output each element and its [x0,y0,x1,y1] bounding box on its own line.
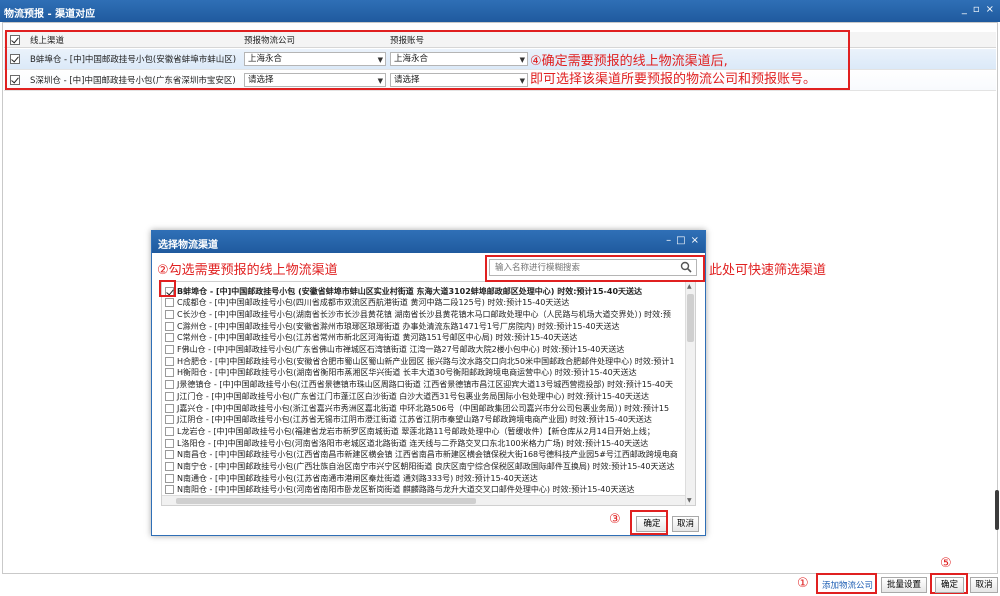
page-scrollbar-thumb[interactable] [995,490,999,530]
channel-checkbox[interactable] [165,473,174,483]
channel-label: L龙岩仓 - [中]中国邮政挂号小包(福建省龙岩市新罗区南城街道 翠莲北路11号… [177,426,655,436]
scroll-down-icon[interactable]: ▼ [687,497,692,504]
annotation-box-dialog-ok [630,510,668,535]
channel-checkbox[interactable] [165,462,174,471]
channel-list-item[interactable]: C成都仓 - [中]中国邮政挂号小包(四川省成都市双流区西航港街道 黄河中路二段… [162,297,682,309]
channel-label: J江阴仓 - [中]中国邮政挂号小包(江苏省无锡市江阴市澄江街道 江苏省江阴市秦… [177,415,652,425]
window-title-bar: 物流预报 - 渠道对应 _ ▫ × [0,0,1000,22]
channel-checkbox[interactable] [165,391,174,401]
channel-checkbox[interactable] [165,485,174,495]
maximize-icon[interactable]: □ [676,235,685,246]
channel-list-item[interactable]: N南通仓 - [中]中国邮政挂号小包(江苏省南通市港闸区秦灶街道 通刘路333号… [162,472,682,484]
channel-checkbox[interactable] [165,403,174,413]
cancel-button[interactable]: 取消 [970,577,998,593]
channel-list-item[interactable]: N南宁仓 - [中]中国邮政挂号小包(广西壮族自治区南宁市兴宁区朝阳街道 良庆区… [162,461,682,473]
maximize-icon[interactable]: ▫ [973,4,980,15]
channel-label: N南通仓 - [中]中国邮政挂号小包(江苏省南通市港闸区秦灶街道 通刘路333号… [177,473,538,483]
scrollbar-thumb[interactable] [687,294,694,342]
channel-checkbox[interactable] [165,450,174,460]
channel-label: F佛山仓 - [中]中国邮政挂号小包(广东省佛山市禅城区石湾镇街道 江湾一路27… [177,345,625,354]
annotation-search-hint: 此处可快速筛选渠道 [709,263,827,278]
dialog-cancel-button[interactable]: 取消 [672,516,699,532]
channel-label: L洛阳仓 - [中]中国邮政挂号小包(河南省洛阳市老城区道北路街道 连天线与二乔… [177,438,649,448]
channel-list-item[interactable]: L龙岩仓 - [中]中国邮政挂号小包(福建省龙岩市新罗区南城街道 翠莲北路11号… [162,425,682,437]
dialog-title-bar: 选择物流渠道 – □ × [152,231,705,253]
channel-list-item[interactable]: H衡阳仓 - [中]中国邮政挂号小包(湖南省衡阳市蒸湘区华兴街道 长丰大道30号… [162,367,682,379]
channel-list-item[interactable]: B蚌埠仓 - [中]中国邮政挂号小包 (安徽省蚌埠市蚌山区实业村街道 东海大道3… [162,285,682,297]
annotation-4-line2: 即可选择该渠道所要预报的物流公司和预报账号。 [530,72,817,87]
channel-checkbox[interactable] [165,345,174,354]
scroll-up-icon[interactable]: ▲ [687,283,692,290]
channel-label: N南阳仓 - [中]中国邮政挂号小包(河南省南阳市卧龙区靳岗街道 麒麟路路与龙升… [177,485,635,495]
channel-list-item[interactable]: C常州仓 - [中]中国邮政挂号小包(江苏省常州市新北区河海街道 黄河路151号… [162,332,682,344]
channel-checkbox[interactable] [165,368,174,378]
channel-list-item[interactable]: H合肥仓 - [中]中国邮政挂号小包(安徽省合肥市蜀山区蜀山新产业园区 振兴路与… [162,355,682,367]
channel-list-item[interactable]: C长沙仓 - [中]中国邮政挂号小包(湖南省长沙市长沙县黄花镇 湖南省长沙县黄花… [162,308,682,320]
batch-settings-button[interactable]: 批量设置 [881,577,927,593]
channel-list-item[interactable]: J景德镇仓 - [中]中国邮政挂号小包(江西省景德镇市珠山区周路口街道 江西省景… [162,379,682,391]
channel-checkbox[interactable] [165,415,174,425]
channel-list-item[interactable]: J嘉兴仓 - [中]中国邮政挂号小包(浙江省嘉兴市秀洲区嘉北街道 中环北路506… [162,402,682,414]
channel-label: J江门仓 - [中]中国邮政挂号小包(广东省江门市蓬江区白沙街道 白沙大道西31… [177,391,650,401]
channel-checkbox[interactable] [165,333,174,343]
channel-list-item[interactable]: J江阴仓 - [中]中国邮政挂号小包(江苏省无锡市江阴市澄江街道 江苏省江阴市秦… [162,414,682,426]
channel-label: H合肥仓 - [中]中国邮政挂号小包(安徽省合肥市蜀山区蜀山新产业园区 振兴路与… [177,356,675,366]
channel-label: C滁州仓 - [中]中国邮政挂号小包(安徽省滁州市琅琊区琅琊街道 办事处清流东路… [177,321,620,331]
channel-label: H衡阳仓 - [中]中国邮政挂号小包(湖南省衡阳市蒸湘区华兴街道 长丰大道30号… [177,368,637,378]
channel-list-item[interactable]: F佛山仓 - [中]中国邮政挂号小包(广东省佛山市禅城区石湾镇街道 江湾一路27… [162,344,682,356]
channel-list: B蚌埠仓 - [中]中国邮政挂号小包 (安徽省蚌埠市蚌山区实业村街道 东海大道3… [161,281,696,506]
channel-list-item[interactable]: C滁州仓 - [中]中国邮政挂号小包(安徽省滁州市琅琊区琅琊街道 办事处清流东路… [162,320,682,332]
list-horizontal-scrollbar[interactable] [162,495,685,505]
channel-label: N南昌仓 - [中]中国邮政挂号小包(江西省南昌市新建区横会镇 江西省南昌市新建… [177,450,678,460]
window-title: 物流预报 - 渠道对应 [4,9,96,20]
close-icon[interactable]: × [691,235,699,246]
channel-checkbox[interactable] [165,298,174,308]
channel-label: J嘉兴仓 - [中]中国邮政挂号小包(浙江省嘉兴市秀洲区嘉北街道 中环北路506… [177,403,670,413]
annotation-box-search [485,255,705,282]
dialog-title: 选择物流渠道 [158,240,218,251]
dialog-controls: – □ × [666,235,699,246]
channel-label: B蚌埠仓 - [中]中国邮政挂号小包 (安徽省蚌埠市蚌山区实业村街道 东海大道3… [177,286,643,296]
channel-checkbox[interactable] [165,356,174,366]
annotation-4-line1: ④确定需要预报的线上物流渠道后, [530,54,728,69]
scrollbar-thumb[interactable] [176,498,476,504]
minimize-icon[interactable]: _ [962,4,967,15]
channel-list-item[interactable]: J江门仓 - [中]中国邮政挂号小包(广东省江门市蓬江区白沙街道 白沙大道西31… [162,390,682,402]
annotation-2: ②勾选需要预报的线上物流渠道 [157,263,338,278]
channel-label: C成都仓 - [中]中国邮政挂号小包(四川省成都市双流区西航港街道 黄河中路二段… [177,298,570,308]
add-logistics-company-link[interactable]: 添加物流公司 [822,579,873,591]
channel-checkbox[interactable] [165,309,174,319]
close-icon[interactable]: × [986,4,994,15]
channel-list-item[interactable]: L洛阳仓 - [中]中国邮政挂号小包(河南省洛阳市老城区道北路街道 连天线与二乔… [162,437,682,449]
channel-list-item[interactable]: N南昌仓 - [中]中国邮政挂号小包(江西省南昌市新建区横会镇 江西省南昌市新建… [162,449,682,461]
channel-label: N南宁仓 - [中]中国邮政挂号小包(广西壮族自治区南宁市兴宁区朝阳街道 良庆区… [177,462,675,471]
window-controls: _ ▫ × [962,4,994,15]
channel-checkbox[interactable] [165,438,174,448]
annotation-box-checkbox [159,280,176,297]
minimize-icon[interactable]: – [666,235,671,246]
channel-label: C常州仓 - [中]中国邮政挂号小包(江苏省常州市新北区河海街道 黄河路151号… [177,333,578,343]
annotation-3: ③ [609,512,621,527]
channel-checkbox[interactable] [165,321,174,331]
channel-checkbox[interactable] [165,426,174,436]
ok-button[interactable]: 确定 [935,577,964,593]
annotation-5: ⑤ [940,556,952,571]
list-vertical-scrollbar[interactable]: ▲ ▼ [685,282,695,505]
channel-label: C长沙仓 - [中]中国邮政挂号小包(湖南省长沙市长沙县黄花镇 湖南省长沙县黄花… [177,309,671,319]
annotation-1: ① [797,576,809,591]
channel-checkbox[interactable] [165,380,174,390]
channel-label: J景德镇仓 - [中]中国邮政挂号小包(江西省景德镇市珠山区周路口街道 江西省景… [177,380,674,390]
